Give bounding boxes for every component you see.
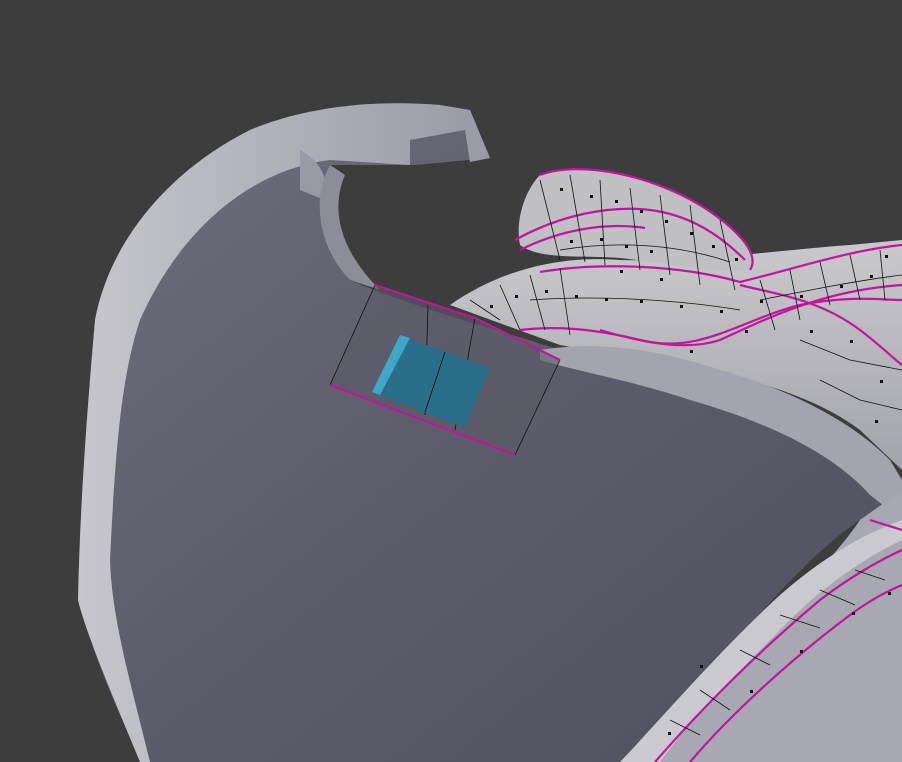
- mesh-view[interactable]: [0, 0, 902, 762]
- 3d-viewport[interactable]: [0, 0, 902, 762]
